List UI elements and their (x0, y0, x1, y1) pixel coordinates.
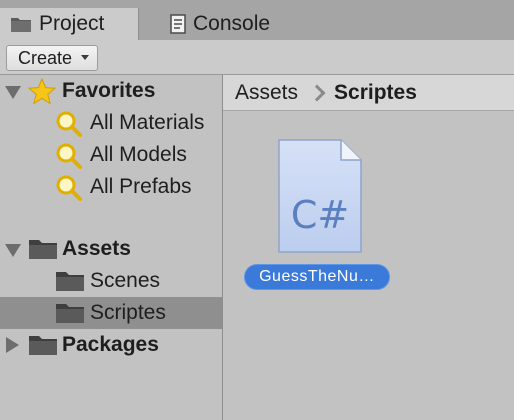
all-prefabs-label: All Prefabs (90, 175, 192, 198)
project-toolbar: Create (0, 40, 514, 75)
folder-icon (28, 334, 58, 356)
tree-item-packages[interactable]: Packages (0, 329, 222, 361)
csharp-file-icon: C# (278, 139, 362, 258)
star-icon (28, 78, 56, 105)
tab-console-label: Console (193, 12, 271, 35)
create-button-label: Create (18, 47, 73, 68)
tree-item-assets[interactable]: Assets (0, 233, 222, 265)
tab-strip: Project Console (0, 0, 514, 40)
search-icon (55, 175, 83, 201)
create-dropdown-button[interactable]: Create (6, 45, 98, 71)
expand-arrow-icon[interactable] (6, 337, 19, 353)
all-materials-label: All Materials (90, 111, 205, 134)
folder-icon (55, 302, 85, 324)
assets-label: Assets (62, 237, 131, 260)
console-icon (170, 14, 186, 34)
folder-icon (10, 15, 32, 33)
tree-item-all-models[interactable]: All Models (0, 139, 222, 171)
project-tree: Favorites All Materials All Models All P… (0, 75, 222, 420)
tree-item-favorites[interactable]: Favorites (0, 75, 222, 107)
all-models-label: All Models (90, 143, 187, 166)
tree-item-scriptes[interactable]: Scriptes (0, 297, 222, 329)
expand-arrow-icon[interactable] (5, 244, 21, 257)
tab-console[interactable]: Console (160, 8, 320, 40)
folder-icon (55, 270, 85, 292)
asset-name-label[interactable]: GuessTheNu… (244, 264, 390, 290)
scriptes-label: Scriptes (90, 301, 166, 324)
breadcrumb-assets[interactable]: Assets (235, 81, 298, 105)
breadcrumb-scriptes[interactable]: Scriptes (334, 81, 417, 105)
csharp-icon-text: C# (290, 193, 350, 237)
asset-item-guessthenumber[interactable]: C# GuessTheNu… (242, 135, 396, 295)
search-icon (55, 143, 83, 169)
favorites-label: Favorites (62, 79, 156, 102)
tree-item-scenes[interactable]: Scenes (0, 265, 222, 297)
expand-arrow-icon[interactable] (5, 86, 21, 99)
scenes-label: Scenes (90, 269, 161, 292)
search-icon (55, 111, 83, 137)
tab-project[interactable]: Project (0, 8, 139, 40)
chevron-down-icon (81, 55, 89, 60)
breadcrumb: Assets Scriptes (223, 75, 514, 111)
asset-browser: Assets Scriptes C# GuessTheNu… (223, 75, 514, 420)
packages-label: Packages (62, 333, 159, 356)
folder-icon (28, 238, 58, 260)
tree-item-all-materials[interactable]: All Materials (0, 107, 222, 139)
tab-project-label: Project (39, 12, 105, 35)
chevron-right-icon (308, 84, 326, 101)
tree-item-all-prefabs[interactable]: All Prefabs (0, 171, 222, 203)
